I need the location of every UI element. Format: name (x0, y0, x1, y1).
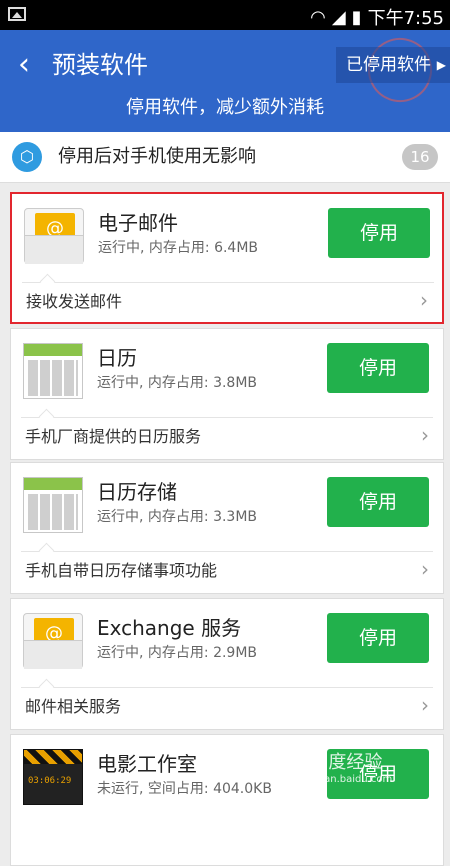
chevron-right-icon[interactable]: › (421, 557, 429, 581)
baidu-watermark: Bai度经验 jingyan.baidu.com (300, 748, 450, 800)
app-status: 运行中, 内存占用: 6.4MB (98, 240, 259, 256)
app-header: ‹ 预装软件 已停用软件 ▶ 停用软件，减少额外消耗 (0, 27, 450, 132)
disable-button[interactable]: 停用 (327, 343, 429, 393)
chevron-right-icon[interactable]: › (421, 693, 429, 717)
chevron-right-icon[interactable]: › (421, 423, 429, 447)
back-button[interactable]: ‹ (18, 50, 30, 80)
wifi-icon: ◠ (310, 6, 326, 28)
chevron-right-icon[interactable]: › (420, 288, 428, 312)
app-status: 运行中, 内存占用: 2.9MB (97, 645, 258, 661)
watermark-subtext: jingyan.baidu.com (300, 774, 393, 785)
app-card-calendar: 日历 运行中, 内存占用: 3.8MB 停用 手机厂商提供的日历服务 › (10, 328, 444, 460)
app-card-email: @ 电子邮件 运行中, 内存占用: 6.4MB 停用 接收发送邮件 › (10, 192, 444, 324)
app-name: 电子邮件 (98, 211, 178, 235)
disabled-apps-button[interactable]: 已停用软件 ▶ (336, 47, 450, 83)
signal-icon: ◢ (331, 6, 346, 28)
pointer-notch (38, 678, 55, 695)
app-name: 日历 (97, 346, 137, 370)
calendar-icon (23, 343, 83, 399)
pointer-notch (38, 408, 55, 425)
app-name: 电影工作室 (97, 752, 197, 776)
app-name: 日历存储 (97, 480, 177, 504)
disabled-apps-label: 已停用软件 (346, 55, 431, 75)
image-notification-icon (8, 7, 26, 21)
app-status: 运行中, 内存占用: 3.3MB (97, 509, 258, 525)
pointer-notch (38, 542, 55, 559)
divider (21, 551, 433, 552)
app-card-calendar-storage: 日历存储 运行中, 内存占用: 3.3MB 停用 手机自带日历存储事项功能 › (10, 462, 444, 594)
page-title: 预装软件 (52, 51, 148, 79)
clapperboard-icon: 03:06:29 (23, 749, 83, 805)
divider (21, 687, 433, 688)
disable-button[interactable]: 停用 (327, 613, 429, 663)
email-envelope-icon: @ (23, 613, 83, 669)
info-bar: ⬡ 停用后对手机使用无影响 16 (0, 132, 450, 183)
app-description[interactable]: 邮件相关服务 (25, 695, 121, 719)
watermark-text: Bai度经验 (300, 752, 383, 773)
count-badge: 16 (402, 144, 438, 170)
email-envelope-icon: @ (24, 208, 84, 264)
header-subtitle: 停用软件，减少额外消耗 (126, 97, 324, 118)
status-icons: ◠ ◢ ▮ 下午7:55 (310, 4, 444, 30)
divider (21, 417, 433, 418)
app-description[interactable]: 手机厂商提供的日历服务 (25, 425, 201, 449)
status-bar: ◠ ◢ ▮ 下午7:55 (0, 0, 450, 30)
clock: 下午7:55 (367, 8, 444, 29)
app-name: Exchange 服务 (97, 616, 242, 640)
app-status: 未运行, 空间占用: 404.0KB (97, 781, 272, 797)
app-description[interactable]: 手机自带日历存储事项功能 (25, 559, 217, 583)
disable-button[interactable]: 停用 (328, 208, 430, 258)
divider (22, 282, 434, 283)
cube-icon: ⬡ (12, 142, 42, 172)
app-status: 运行中, 内存占用: 3.8MB (97, 375, 258, 391)
disable-button[interactable]: 停用 (327, 477, 429, 527)
pointer-notch (39, 273, 56, 290)
triangle-right-icon: ▶ (436, 58, 446, 72)
info-text: 停用后对手机使用无影响 (58, 146, 256, 167)
battery-icon: ▮ (351, 6, 362, 28)
calendar-icon (23, 477, 83, 533)
app-card-exchange: @ Exchange 服务 运行中, 内存占用: 2.9MB 停用 邮件相关服务… (10, 598, 444, 730)
app-description[interactable]: 接收发送邮件 (26, 290, 122, 314)
